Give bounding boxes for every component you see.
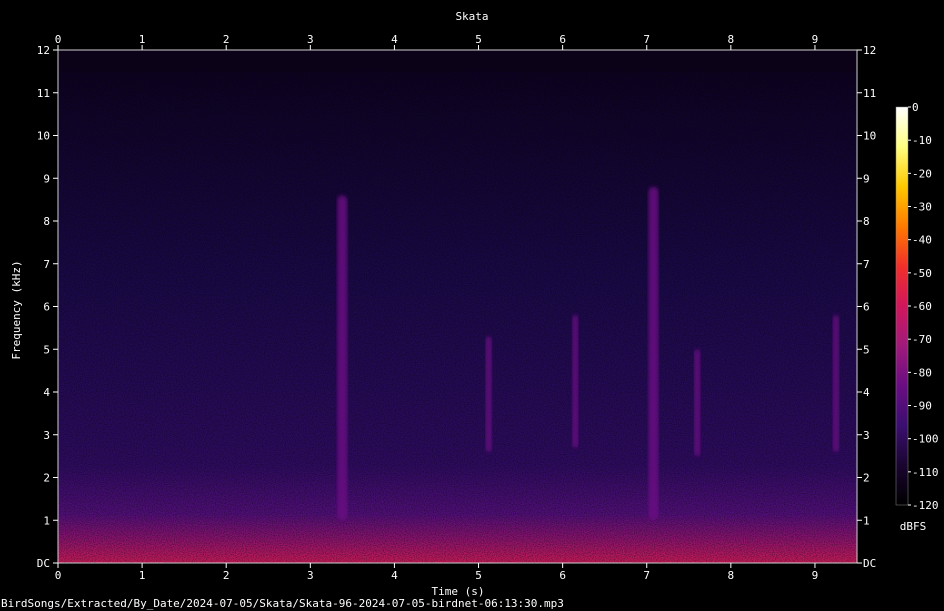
call-3 [572,315,579,448]
x-tick-label-bottom-7: 7 [643,569,650,582]
y-tick-label-right-3: 3 [863,429,870,442]
x-tick-label-bottom-3: 3 [307,569,314,582]
x-tick-label-bottom-5: 5 [475,569,482,582]
y-tick-label-right-5: 5 [863,343,870,356]
y-tick-label-left-10: 10 [37,130,50,143]
y-tick-label-left-DC: DC [37,557,50,570]
y-tick-label-right-DC: DC [863,557,876,570]
y-tick-label-left-6: 6 [43,301,50,314]
colorbar: 0 -10 -20 -30 -40 -50 -60 -70 -80 -90 -100 -110 -120 [895,101,939,512]
chart-title: Skata [455,10,488,23]
y-tick-label-left-11: 11 [37,87,50,100]
x-tick-label-top-9: 9 [812,33,819,46]
y-tick-label-right-7: 7 [863,258,870,271]
spectrogram-figure: Skata 00112233445566778899DC DC1 12 23 34 45 5… [1,10,939,610]
colorbar-tick-label--90: -90 [912,400,932,413]
y-tick-label-left-1: 1 [43,514,50,527]
colorbar-tick-label-0: 0 [912,101,919,114]
call-2 [485,336,492,452]
x-tick-label-top-6: 6 [559,33,566,46]
y-tick-label-left-5: 5 [43,343,50,356]
y-axis-label: Frequency (kHz) [10,260,23,359]
colorbar-tick-label--60: -60 [912,300,932,313]
colorbar-tick-label--120: -120 [912,499,939,512]
colorbar-tick-label--30: -30 [912,201,932,214]
x-tick-label-top-2: 2 [223,33,230,46]
colorbar-tick-label--10: -10 [912,134,932,147]
call-1 [337,195,348,521]
colorbar-tick-label--100: -100 [912,433,939,446]
x-tick-label-bottom-6: 6 [559,569,566,582]
x-tick-label-top-1: 1 [139,33,146,46]
y-tick-label-left-12: 12 [37,44,50,57]
y-tick-label-left-3: 3 [43,429,50,442]
y-tick-label-left-2: 2 [43,472,50,485]
y-tick-label-left-4: 4 [43,386,50,399]
colorbar-tick-label--70: -70 [912,333,932,346]
x-tick-label-top-5: 5 [475,33,482,46]
file-path: BirdSongs/Extracted/By_Date/2024-07-05/S… [1,597,564,610]
x-tick-label-top-4: 4 [391,33,398,46]
colorbar-gradient [895,106,909,506]
x-tick-label-bottom-8: 8 [728,569,735,582]
colorbar-tick-label--50: -50 [912,267,932,280]
call-6 [832,315,839,452]
y-tick-label-right-8: 8 [863,215,870,228]
colorbar-tick-label--20: -20 [912,167,932,180]
y-tick-label-left-9: 9 [43,172,50,185]
colorbar-label: dBFS [900,520,927,533]
x-tick-label-top-3: 3 [307,33,314,46]
y-tick-label-left-7: 7 [43,258,50,271]
call-4 [648,186,659,521]
y-tick-label-right-11: 11 [863,87,876,100]
colorbar-tick-label--80: -80 [912,366,932,379]
x-tick-label-bottom-9: 9 [812,569,819,582]
y-tick-label-right-4: 4 [863,386,870,399]
y-tick-label-right-2: 2 [863,472,870,485]
y-tick-label-right-12: 12 [863,44,876,57]
x-tick-label-top-7: 7 [643,33,650,46]
y-tick-label-right-10: 10 [863,130,876,143]
x-tick-label-top-8: 8 [728,33,735,46]
x-tick-label-bottom-0: 0 [55,569,62,582]
x-tick-label-bottom-4: 4 [391,569,398,582]
colorbar-tick-label--110: -110 [912,466,939,479]
colorbar-tick-label--40: -40 [912,234,932,247]
spectrogram-plot [58,50,857,563]
x-tick-label-top-0: 0 [55,33,62,46]
y-tick-label-left-8: 8 [43,215,50,228]
x-tick-label-bottom-2: 2 [223,569,230,582]
x-tick-label-bottom-1: 1 [139,569,146,582]
noise-texture [58,71,857,563]
y-tick-label-right-6: 6 [863,301,870,314]
y-tick-label-right-1: 1 [863,514,870,527]
call-5 [694,349,701,457]
y-tick-label-right-9: 9 [863,172,870,185]
